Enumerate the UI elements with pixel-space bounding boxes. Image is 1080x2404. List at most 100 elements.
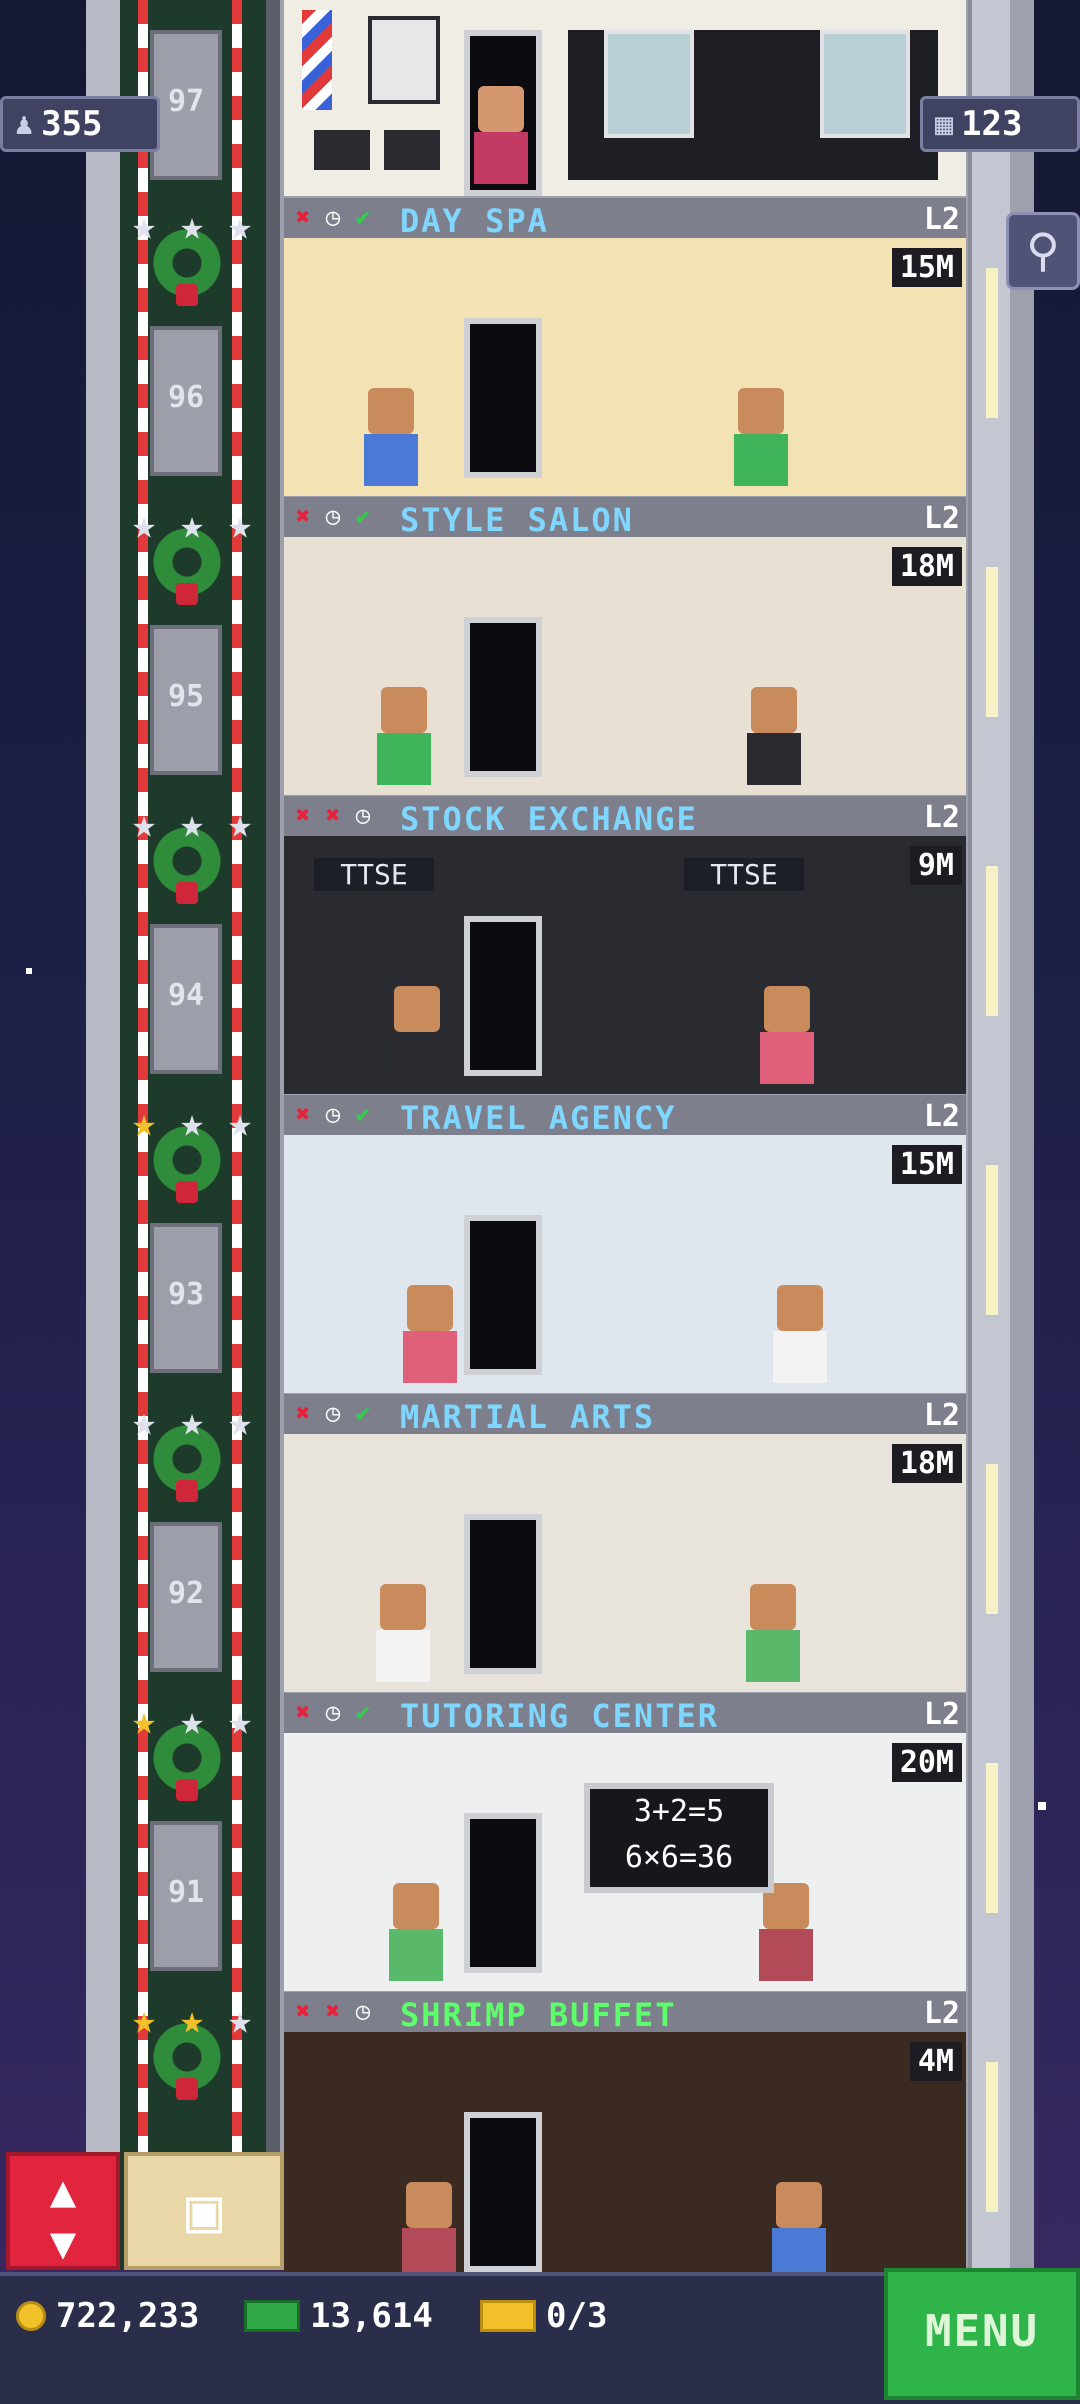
sky-star	[26, 968, 32, 974]
tenant[interactable]	[402, 2182, 456, 2280]
floor-room[interactable]: TTSE TTSE	[284, 836, 966, 1094]
chalkboard-line: 6×6=36	[624, 1840, 734, 1875]
sky-star	[1038, 1802, 1046, 1810]
elevator-car[interactable]: 91	[150, 1821, 222, 1971]
floor-room[interactable]	[284, 1434, 966, 1692]
storage-box-button[interactable]: ▣	[124, 2152, 284, 2270]
floor-header[interactable]: ✖ ◷ ✔ TUTORING CENTER L2	[284, 1693, 966, 1735]
room-door	[464, 318, 542, 478]
elevator-car[interactable]: 97	[150, 30, 222, 180]
floor-room[interactable]	[284, 2032, 966, 2290]
exchange-sign: TTSE	[684, 858, 804, 891]
coin-icon	[16, 2301, 46, 2331]
zoom-button[interactable]: ⚲	[1006, 212, 1080, 290]
check-icon: ✔	[355, 203, 371, 231]
floor[interactable]: ✖ ◷ ✔ TRAVEL AGENCY L2 15M	[284, 1095, 966, 1393]
cross-icon: ✖	[295, 203, 311, 231]
floor[interactable]: 3+2=5 6×6=36 ✖ ◷ ✔ TUTORING CENTER L2 20M	[284, 1693, 966, 1991]
tenant[interactable]	[403, 1285, 457, 1383]
bow-decoration	[176, 583, 198, 605]
menu-button[interactable]: MENU	[884, 2268, 1080, 2400]
floor-status-icons: ✖ ◷ ✔	[290, 204, 376, 230]
population-counter[interactable]: ♟ 355	[0, 96, 160, 152]
shaft-divider	[266, 0, 280, 2270]
tickets-counter[interactable]: 0/3	[480, 2296, 607, 2336]
tower-window	[986, 866, 998, 1016]
elevator-floor-number: 97	[167, 84, 205, 119]
floor[interactable]: ✖ ✖ ◷ SHRIMP BUFFET L2 4M	[284, 1992, 966, 2290]
room-door	[464, 1813, 542, 1973]
tenant[interactable]	[377, 687, 431, 785]
clock-icon: ◷	[355, 801, 371, 829]
floor-status-icons: ✖ ✖ ◷	[290, 1998, 376, 2024]
silver-star-icon: ★	[179, 203, 205, 249]
floor-room[interactable]	[284, 537, 966, 795]
floor-status-icons: ✖ ◷ ✔	[290, 1699, 376, 1725]
room-door	[464, 916, 542, 1076]
tenant[interactable]	[747, 687, 801, 785]
bow-decoration	[176, 882, 198, 904]
tenant[interactable]	[389, 1883, 443, 1981]
elevator-floor-number: 93	[167, 1277, 205, 1312]
cross-icon: ✖	[295, 1100, 311, 1128]
floor-count-counter[interactable]: ▦ 123	[920, 96, 1080, 152]
clock-icon: ◷	[325, 1399, 341, 1427]
floor-room[interactable]: 3+2=5 6×6=36	[284, 1733, 966, 1991]
coins-value: 722,233	[56, 2296, 200, 2336]
floor-header[interactable]: ✖ ◷ ✔ TRAVEL AGENCY L2	[284, 1095, 966, 1137]
silver-star-icon: ★	[227, 1399, 253, 1445]
tenant[interactable]	[746, 1584, 800, 1682]
elevator-floor-number: 96	[167, 380, 205, 415]
floor[interactable]: ✖ ◷ ✔ STYLE SALON L2 18M	[284, 497, 966, 795]
tenant[interactable]	[772, 2182, 826, 2280]
bow-decoration	[176, 284, 198, 306]
check-icon: ✔	[355, 1399, 371, 1427]
elevator-control-button[interactable]: ▲ ▼	[6, 2152, 120, 2270]
elevator-car[interactable]: 95	[150, 625, 222, 775]
cross-icon: ✖	[295, 1698, 311, 1726]
tenant[interactable]	[760, 986, 814, 1084]
silver-star-icon: ★	[227, 203, 253, 249]
coins-counter[interactable]: 722,233	[16, 2296, 199, 2336]
floor-name: TUTORING CENTER	[400, 1697, 719, 1735]
floor-header[interactable]: ✖ ◷ ✔ MARTIAL ARTS L2	[284, 1394, 966, 1436]
tickets-value: 0/3	[546, 2296, 608, 2336]
salon-mirror	[604, 30, 694, 138]
silver-star-icon: ★	[179, 1698, 205, 1744]
tenant[interactable]	[390, 986, 444, 1084]
elevator-car[interactable]: 96	[150, 326, 222, 476]
top-room-barber[interactable]	[284, 0, 966, 196]
floor-header[interactable]: ✖ ◷ ✔ STYLE SALON L2	[284, 497, 966, 539]
floor-header[interactable]: ✖ ✖ ◷ STOCK EXCHANGE L2	[284, 796, 966, 838]
clock-icon: ◷	[325, 203, 341, 231]
floor[interactable]: TTSE TTSE ✖ ✖ ◷ STOCK EXCHANGE L2 9M	[284, 796, 966, 1094]
tenant[interactable]	[376, 1584, 430, 1682]
floor-room[interactable]	[284, 1135, 966, 1393]
tenant[interactable]	[773, 1285, 827, 1383]
elevator-floor-number: 91	[167, 1875, 205, 1910]
floor-header[interactable]: ✖ ✖ ◷ SHRIMP BUFFET L2	[284, 1992, 966, 2034]
floor[interactable]: ✖ ◷ ✔ MARTIAL ARTS L2 18M	[284, 1394, 966, 1692]
floor-name: TRAVEL AGENCY	[400, 1099, 677, 1137]
elevator-car[interactable]: 92	[150, 1522, 222, 1672]
tenant[interactable]	[364, 388, 418, 486]
tenant[interactable]	[474, 86, 528, 184]
bux-value: 13,614	[310, 2296, 433, 2336]
floor-status-icons: ✖ ✖ ◷	[290, 802, 376, 828]
chalkboard-line: 3+2=5	[633, 1794, 725, 1829]
floor-count-value: 123	[961, 104, 1023, 144]
tenant[interactable]	[734, 388, 788, 486]
floor[interactable]: ✖ ◷ ✔ DAY SPA L2 15M	[284, 198, 966, 496]
tower-window	[986, 2062, 998, 2212]
floor-name: DAY SPA	[400, 202, 549, 240]
tenant[interactable]	[759, 1883, 813, 1981]
floor-header[interactable]: ✖ ◷ ✔ DAY SPA L2	[284, 198, 966, 240]
elevator-car[interactable]: 94	[150, 924, 222, 1074]
room-door	[464, 617, 542, 777]
wall-frame	[368, 16, 440, 104]
elevator-car[interactable]: 93	[150, 1223, 222, 1373]
floor-room[interactable]	[284, 238, 966, 496]
tower-window	[986, 1464, 998, 1614]
floor-price-badge: 4M	[909, 2042, 962, 2081]
bux-counter[interactable]: 13,614	[244, 2296, 433, 2336]
